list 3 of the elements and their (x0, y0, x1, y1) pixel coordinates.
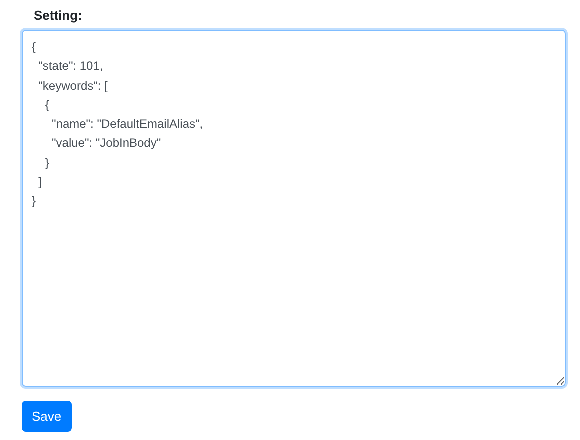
save-button[interactable]: Save (22, 401, 72, 432)
settings-text-area[interactable]: { "state": 101, "keywords": [ { "name": "DefaultEmailAlias", "value": "JobInBody" } ] } (22, 30, 566, 387)
field-label: Setting: (34, 8, 82, 24)
